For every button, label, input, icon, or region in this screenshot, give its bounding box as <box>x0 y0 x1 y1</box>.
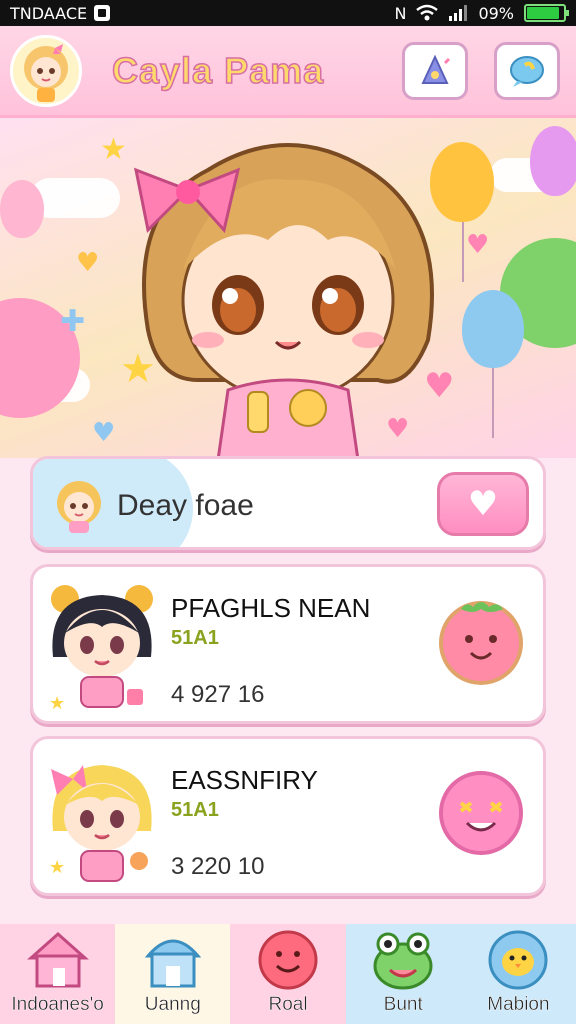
bell-icon <box>421 54 451 84</box>
status-bar: TNDAACE N 09% <box>0 0 576 26</box>
battery-fill <box>527 7 560 19</box>
girl-avatar-icon <box>24 43 68 102</box>
signal-icon <box>449 5 468 21</box>
house-icon <box>26 931 89 988</box>
nav-label: Uanng <box>144 994 201 1015</box>
nav-label: Bunt <box>383 994 423 1015</box>
nav-item-home[interactable]: Indoanes'o <box>0 924 116 1024</box>
wifi-icon <box>416 4 439 21</box>
heart-icon: ♥ <box>467 484 499 524</box>
like-button[interactable]: ♥ <box>437 472 529 536</box>
profile-avatar[interactable] <box>10 34 82 107</box>
chat-icon <box>510 56 544 87</box>
nav-label: Roal <box>268 994 308 1015</box>
sparkle-icon: ✚ <box>60 304 86 339</box>
svg-text:★: ★ <box>49 857 65 878</box>
battery-percent: 09% <box>478 3 514 23</box>
nav-item-play[interactable]: Roal <box>230 924 346 1024</box>
notification-button[interactable] <box>402 42 468 100</box>
player-score: 3 220 10 <box>171 853 265 880</box>
shop-icon <box>144 939 202 988</box>
bottom-nav: Indoanes'o Uanng Roal Bunt Mabion <box>0 924 576 1024</box>
player-score: 4 927 16 <box>171 681 265 708</box>
frog-icon <box>373 932 433 990</box>
network-label: N <box>394 3 407 23</box>
player-name: PFAGHLS NEAN <box>171 593 371 623</box>
nav-label: Mabion <box>487 994 550 1015</box>
winking-face-icon[interactable] <box>437 769 525 857</box>
battery-icon <box>524 4 569 22</box>
svg-text:★: ★ <box>49 693 65 714</box>
chat-button[interactable] <box>494 42 560 100</box>
carrier-label: TNDAACE <box>10 3 88 23</box>
player-name: EASSNFIRY <box>171 765 318 795</box>
daily-card[interactable]: Deay foae ♥ <box>30 456 546 550</box>
peach-face-icon[interactable] <box>437 597 525 685</box>
hero-banner: ★ ★ ★ ♥ ♥ ♥ ♥ ♥ ✚ <box>0 118 576 458</box>
daily-avatar-icon <box>57 481 101 533</box>
player-level: 51A1 <box>171 799 219 821</box>
smile-ball-icon <box>258 930 318 990</box>
heart-icon: ♥ <box>76 248 100 278</box>
chick-icon <box>488 930 548 990</box>
nav-item-mission[interactable]: Mabion <box>460 924 576 1024</box>
character-girl <box>133 143 434 458</box>
balloon-icon <box>530 126 576 196</box>
player-card[interactable]: ★ EASSNFIRY 51A1 3 220 10 <box>30 736 546 896</box>
daily-label: Deay foae <box>117 489 254 522</box>
sim-icon <box>94 5 111 21</box>
balloon-string <box>492 368 494 438</box>
nav-label: Indoanes'o <box>11 994 104 1015</box>
player-level: 51A1 <box>171 627 219 649</box>
star-icon: ★ <box>100 132 127 167</box>
heart-icon: ♥ <box>92 418 116 448</box>
heart-icon: ♥ <box>466 230 490 260</box>
app-title: Cayla Pama <box>111 49 325 92</box>
app-header: Cayla Pama <box>0 26 576 118</box>
player-avatar-blonde: ★ <box>49 765 152 882</box>
balloon-icon <box>0 180 44 238</box>
nav-item-frog[interactable]: Bunt <box>345 924 461 1024</box>
nav-item-shop[interactable]: Uanng <box>115 924 231 1024</box>
player-card[interactable]: ★ PFAGHLS NEAN 51A1 4 927 16 <box>30 564 546 724</box>
balloon-string <box>462 222 464 282</box>
player-avatar-dark-hair: ★ <box>49 585 153 714</box>
balloon-icon <box>462 290 524 368</box>
